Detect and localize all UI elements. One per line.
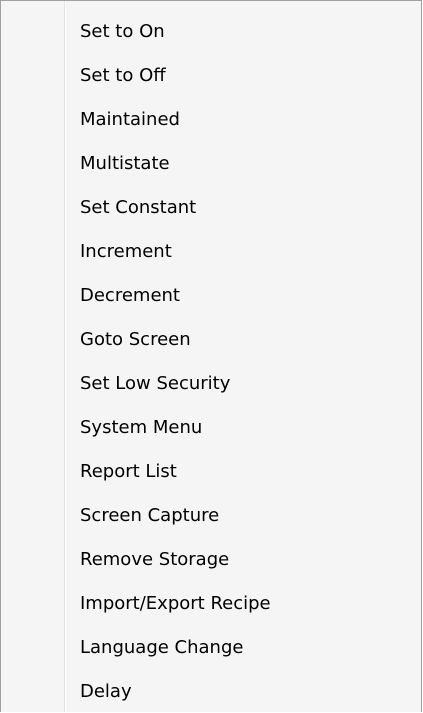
menu-item-set-constant[interactable]: Set Constant [1, 190, 421, 234]
menu-item-screen-capture[interactable]: Screen Capture [1, 498, 421, 542]
menu-item-import-export-recipe[interactable]: Import/Export Recipe [1, 586, 421, 630]
menu-item-increment[interactable]: Increment [1, 234, 421, 278]
menu-item-set-low-security[interactable]: Set Low Security [1, 366, 421, 410]
menu-item-maintained[interactable]: Maintained [1, 102, 421, 146]
menu-item-report-list[interactable]: Report List [1, 454, 421, 498]
menu-item-language-change[interactable]: Language Change [1, 630, 421, 674]
menu-item-set-to-off[interactable]: Set to Off [1, 58, 421, 102]
menu-item-remove-storage[interactable]: Remove Storage [1, 542, 421, 586]
menu-item-decrement[interactable]: Decrement [1, 278, 421, 322]
menu-item-multistate[interactable]: Multistate [1, 146, 421, 190]
menu-item-goto-screen[interactable]: Goto Screen [1, 322, 421, 366]
menu-item-set-to-on[interactable]: Set to On [1, 14, 421, 58]
menu-item-delay[interactable]: Delay [1, 674, 421, 713]
menu-item-list: Set to On Set to Off Maintained Multista… [1, 14, 421, 713]
menu-item-system-menu[interactable]: System Menu [1, 410, 421, 454]
context-menu: Set to On Set to Off Maintained Multista… [0, 0, 422, 712]
